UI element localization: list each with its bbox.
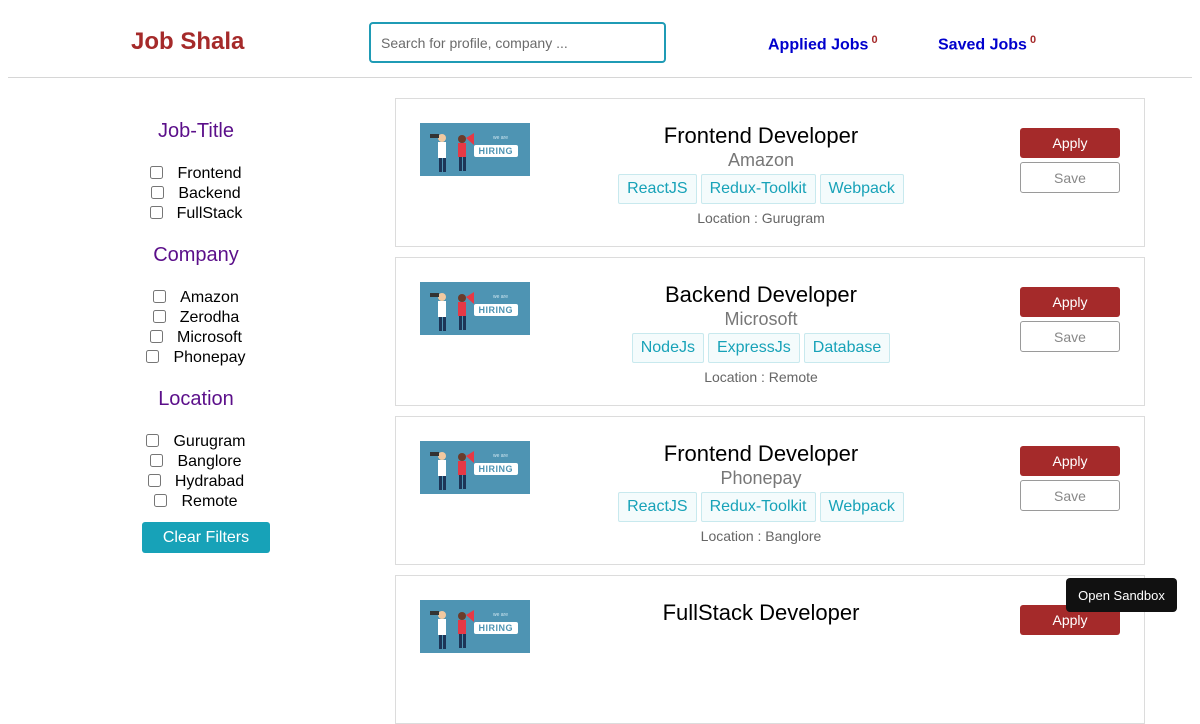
job-info: FullStack Developer — [561, 600, 961, 626]
job-card: we are HIRING Backend Developer Microsof… — [395, 257, 1145, 406]
save-button[interactable]: Save — [1020, 480, 1120, 511]
checkbox-banglore[interactable] — [150, 454, 164, 467]
skill-tag: Redux-Toolkit — [700, 174, 816, 204]
header: Job Shala Applied Jobs0 Saved Jobs0 — [8, 0, 1192, 78]
brand-logo[interactable]: Job Shala — [131, 28, 244, 56]
skill-tag: Redux-Toolkit — [700, 492, 816, 522]
filter-option-zerodha[interactable]: Zerodha — [8, 308, 384, 328]
applied-jobs-count: 0 — [871, 34, 878, 46]
skill-tag: Database — [803, 333, 891, 363]
skill-tags: ReactJS Redux-Toolkit Webpack — [561, 492, 961, 522]
filter-option-amazon[interactable]: Amazon — [8, 288, 384, 308]
hiring-image: we are HIRING — [420, 441, 530, 494]
job-location: Location : Gurugram — [697, 210, 825, 226]
skill-tags: NodeJs ExpressJs Database — [561, 333, 961, 363]
filter-label: FullStack — [176, 205, 243, 222]
clear-filters-button[interactable]: Clear Filters — [142, 522, 270, 553]
hiring-subtext: we are — [492, 453, 508, 459]
checkbox-frontend[interactable] — [150, 166, 164, 179]
hiring-image: we are HIRING — [420, 123, 530, 176]
applied-jobs-link[interactable]: Applied Jobs 0 — [768, 34, 878, 54]
hiring-subtext: we are — [492, 294, 508, 300]
hiring-label: HIRING — [473, 463, 518, 475]
apply-button[interactable]: Apply — [1020, 446, 1120, 476]
saved-jobs-label: Saved Jobs — [938, 36, 1027, 54]
skill-tag: ExpressJs — [707, 333, 800, 363]
filter-label: Frontend — [177, 165, 242, 182]
filter-label: Phonepay — [173, 349, 246, 366]
hiring-label: HIRING — [473, 622, 518, 634]
filter-option-fullstack[interactable]: FullStack — [8, 204, 384, 224]
saved-jobs-link[interactable]: Saved Jobs 0 — [938, 34, 1036, 54]
job-title: Frontend Developer — [663, 123, 859, 148]
skill-tag: ReactJS — [618, 174, 697, 204]
filter-option-microsoft[interactable]: Microsoft — [8, 328, 384, 348]
filter-option-backend[interactable]: Backend — [8, 184, 384, 204]
job-title: FullStack Developer — [662, 600, 860, 625]
filter-label: Zerodha — [179, 309, 240, 326]
hiring-image: we are HIRING — [420, 282, 530, 335]
filter-heading-company: Company — [153, 244, 239, 266]
skill-tags: ReactJS Redux-Toolkit Webpack — [561, 174, 961, 204]
hiring-image: we are HIRING — [420, 600, 530, 653]
filter-label: Microsoft — [177, 329, 242, 346]
hiring-label: HIRING — [473, 304, 518, 316]
filter-label: Hydrabad — [174, 473, 245, 490]
checkbox-phonepay[interactable] — [146, 350, 160, 363]
filter-label: Gurugram — [173, 433, 246, 450]
job-title: Backend Developer — [664, 282, 857, 307]
hiring-label: HIRING — [473, 145, 518, 157]
save-button[interactable]: Save — [1020, 321, 1120, 352]
hiring-subtext: we are — [492, 135, 508, 141]
filter-heading-location: Location — [158, 388, 234, 410]
filter-heading-job-title: Job-Title — [158, 120, 234, 142]
filter-option-phonepay[interactable]: Phonepay — [8, 348, 384, 368]
skill-tag: NodeJs — [631, 333, 704, 363]
filter-option-banglore[interactable]: Banglore — [8, 452, 384, 472]
filter-label: Banglore — [177, 453, 242, 470]
filter-sidebar: Job-Title Frontend Backend FullStack Com… — [8, 78, 388, 630]
apply-button[interactable]: Apply — [1020, 128, 1120, 158]
filter-option-hydrabad[interactable]: Hydrabad — [8, 472, 384, 492]
search-input[interactable] — [369, 22, 666, 63]
job-company: Phonepay — [720, 468, 802, 488]
skill-tag: ReactJS — [618, 492, 697, 522]
filter-label: Amazon — [180, 289, 239, 306]
checkbox-hydrabad[interactable] — [147, 474, 161, 487]
filter-label: Backend — [178, 185, 241, 202]
checkbox-backend[interactable] — [151, 186, 165, 199]
filter-option-gurugram[interactable]: Gurugram — [8, 432, 384, 452]
job-info: Frontend Developer Phonepay ReactJS Redux… — [561, 441, 961, 544]
checkbox-remote[interactable] — [154, 494, 168, 507]
job-company: Microsoft — [724, 309, 798, 329]
checkbox-gurugram[interactable] — [146, 434, 160, 447]
job-location: Location : Remote — [704, 369, 818, 385]
checkbox-amazon[interactable] — [153, 290, 167, 303]
job-info: Backend Developer Microsoft NodeJs Expres… — [561, 282, 961, 385]
filter-option-frontend[interactable]: Frontend — [8, 164, 384, 184]
save-button[interactable]: Save — [1020, 162, 1120, 193]
filter-option-remote[interactable]: Remote — [8, 492, 384, 512]
job-company: Amazon — [727, 150, 795, 170]
applied-jobs-label: Applied Jobs — [768, 36, 869, 54]
job-info: Frontend Developer Amazon ReactJS Redux-T… — [561, 123, 961, 226]
checkbox-microsoft[interactable] — [150, 330, 164, 343]
apply-button[interactable]: Apply — [1020, 287, 1120, 317]
checkbox-zerodha[interactable] — [152, 310, 166, 323]
hiring-subtext: we are — [492, 612, 508, 618]
filter-label: Remote — [181, 493, 238, 510]
skill-tag: Webpack — [819, 492, 904, 522]
job-card: we are HIRING Frontend Developer Amazon … — [395, 98, 1145, 247]
job-card: we are HIRING Frontend Developer Phonepa… — [395, 416, 1145, 565]
job-location: Location : Banglore — [700, 528, 822, 544]
skill-tag: Webpack — [819, 174, 904, 204]
job-card: we are HIRING FullStack Developer Apply — [395, 575, 1145, 724]
job-title: Frontend Developer — [663, 441, 859, 466]
checkbox-fullstack[interactable] — [149, 206, 163, 219]
open-sandbox-button[interactable]: Open Sandbox — [1066, 578, 1177, 612]
saved-jobs-count: 0 — [1029, 34, 1037, 46]
